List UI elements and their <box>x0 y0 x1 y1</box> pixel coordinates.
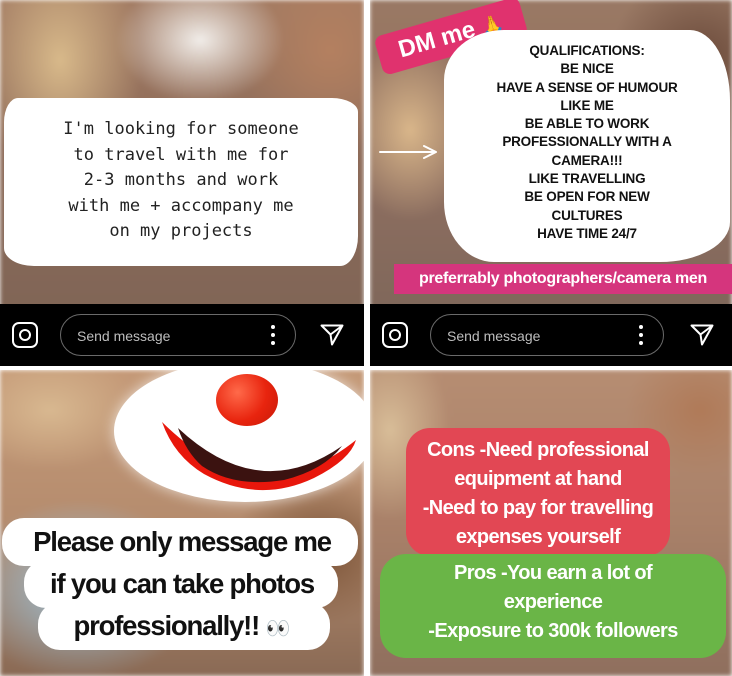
warning-line: if you can take photos <box>50 568 315 599</box>
message-bar: Send message <box>370 304 732 366</box>
more-vertical-icon[interactable] <box>271 325 275 345</box>
story-panel-2: DM me 🙏 QUALIFICATIONS: BE NICE HAVE A S… <box>370 0 732 366</box>
eyes-icon: 👀 <box>265 618 291 640</box>
qualification-line: HAVE A SENSE OF HUMOUR <box>496 79 678 95</box>
pros-line: -Exposure to 300k followers <box>428 620 678 642</box>
clown-mouth <box>162 422 356 491</box>
qualification-line: BE OPEN FOR NEW <box>524 189 650 205</box>
warning-line: professionally!! 👀 <box>0 610 364 642</box>
warning-line: Please only message me <box>33 526 332 557</box>
message-placeholder: Send message <box>447 328 541 344</box>
qualification-line: CAMERA!!! <box>551 152 623 168</box>
qualification-line: BE ABLE TO WORK <box>524 116 650 132</box>
camera-icon[interactable] <box>382 322 408 348</box>
send-icon[interactable] <box>690 324 714 346</box>
message-bar: Send message <box>0 304 364 366</box>
cons-line: -Need to pay for travelling <box>422 497 654 519</box>
more-vertical-icon[interactable] <box>639 325 643 345</box>
qualification-line: LIKE ME <box>560 97 614 113</box>
arrow-right-icon <box>379 145 437 159</box>
cons-line: expenses yourself <box>455 526 621 548</box>
story-panel-3: Please only message me if you can take p… <box>0 370 364 676</box>
send-message-input[interactable]: Send message <box>430 314 664 356</box>
story-panel-1: I'm looking for someone to travel with m… <box>0 0 364 366</box>
highlight-strip: preferrably photographers/camera men <box>394 264 732 294</box>
pros-box: Pros -You earn a lot of experience -Expo… <box>380 554 726 658</box>
pros-line: experience <box>503 591 603 613</box>
qualification-line: PROFESSIONALLY WITH A <box>502 134 672 150</box>
warning-line-text: professionally!! <box>73 610 261 641</box>
story-panel-4: Cons -Need professional equipment at han… <box>370 370 732 676</box>
cons-box: Cons -Need professional equipment at han… <box>406 428 670 556</box>
send-message-input[interactable]: Send message <box>60 314 296 356</box>
send-icon[interactable] <box>320 324 344 346</box>
qualifications-list: QUALIFICATIONS: BE NICE HAVE A SENSE OF … <box>456 42 718 243</box>
story-text: I'm looking for someone to travel with m… <box>63 119 299 241</box>
cons-text: Cons -Need professional equipment at han… <box>406 436 670 552</box>
pros-text: Pros -You earn a lot of experience -Expo… <box>380 559 726 646</box>
qualification-line: HAVE TIME 24/7 <box>537 225 637 241</box>
camera-icon[interactable] <box>12 322 38 348</box>
qualification-line: CULTURES <box>551 207 623 223</box>
cons-line: Cons -Need professional <box>427 439 649 461</box>
qualification-line: QUALIFICATIONS: <box>529 43 645 58</box>
cons-line: equipment at hand <box>454 468 622 490</box>
pros-line: Pros -You earn a lot of <box>453 562 653 584</box>
message-placeholder: Send message <box>77 328 171 344</box>
qualification-line: BE NICE <box>560 61 614 77</box>
qualification-line: LIKE TRAVELLING <box>528 171 646 187</box>
